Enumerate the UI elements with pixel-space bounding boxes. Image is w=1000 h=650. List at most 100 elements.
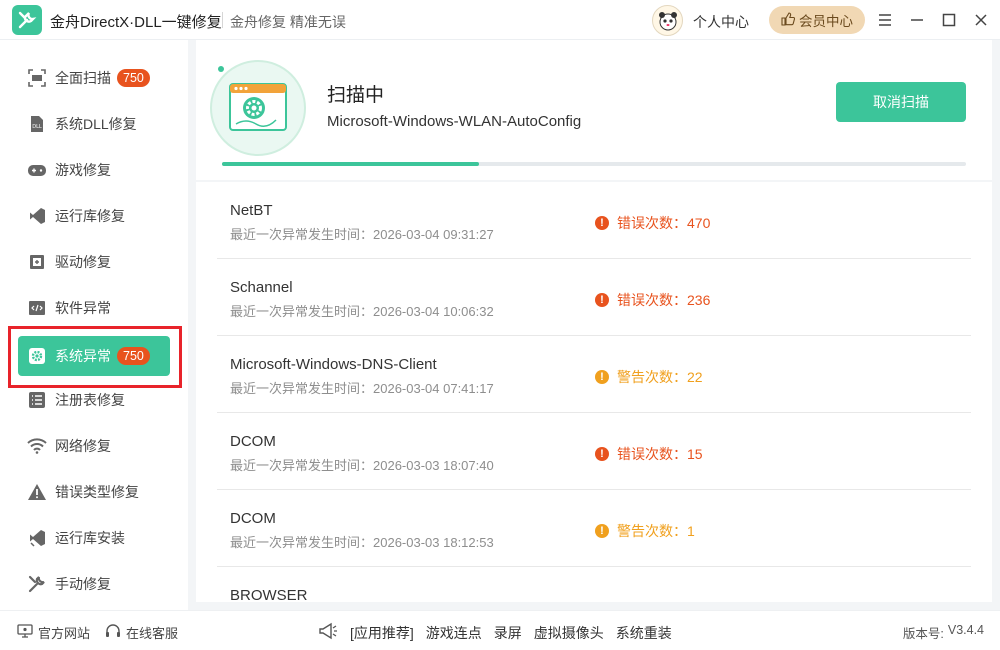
app-logo-icon: [12, 5, 42, 35]
sidebar-item-label: 注册表修复: [55, 392, 125, 408]
status-badge: ! 错误次数：15: [595, 444, 703, 464]
list-item[interactable]: Microsoft-Windows-DNS-Client 最近一次异常发生时间：…: [217, 336, 971, 413]
scan-header: 扫描中 Microsoft-Windows-WLAN-AutoConfig 取消…: [196, 40, 992, 180]
scan-progress-fill: [222, 162, 479, 166]
maximize-icon[interactable]: [938, 9, 960, 31]
list-item[interactable]: BROWSER: [217, 567, 971, 602]
sidebar-item-label: 系统DLL修复: [55, 116, 137, 132]
svg-text:DLL: DLL: [32, 124, 42, 130]
event-source: Schannel: [230, 279, 293, 296]
sidebar-item-software-error[interactable]: 软件异常: [18, 288, 170, 328]
status-badge: ! 错误次数：470: [595, 213, 710, 233]
sidebar-item-network-repair[interactable]: 网络修复: [18, 426, 170, 466]
sidebar-item-label: 错误类型修复: [55, 484, 139, 500]
app-slogan: 金舟修复 精准无误: [230, 14, 346, 30]
sidebar-item-full-scan[interactable]: 全面扫描 750: [18, 58, 170, 98]
runtime-icon: [27, 206, 47, 226]
sidebar-item-label: 软件异常: [55, 300, 111, 316]
sidebar-item-label: 全面扫描: [55, 70, 111, 86]
title-divider: [222, 12, 223, 28]
status-text: 错误次数：15: [617, 446, 703, 462]
sidebar-item-label: 游戏修复: [55, 162, 111, 178]
event-time: 最近一次异常发生时间：2026-03-04 07:41:17: [230, 381, 494, 396]
minimize-icon[interactable]: [906, 9, 928, 31]
status-text: 警告次数：1: [617, 523, 695, 539]
event-time: 最近一次异常发生时间：2026-03-03 18:12:53: [230, 535, 494, 550]
version-info: 版本号: V3.4.4: [903, 623, 984, 642]
recommend-label: [应用推荐]: [350, 624, 414, 641]
sidebar-item-game-repair[interactable]: 游戏修复: [18, 150, 170, 190]
cancel-scan-button[interactable]: 取消扫描: [836, 82, 966, 122]
main-panel: 扫描中 Microsoft-Windows-WLAN-AutoConfig 取消…: [188, 40, 1000, 610]
event-time: 最近一次异常发生时间：2026-03-04 09:31:27: [230, 227, 494, 242]
footer-link-auto-clicker[interactable]: 游戏连点: [426, 623, 482, 643]
sidebar-item-driver-repair[interactable]: 驱动修复: [18, 242, 170, 282]
window-controls: [874, 9, 992, 31]
error-icon: !: [595, 216, 609, 230]
official-site-link[interactable]: 官方网站: [17, 623, 90, 642]
sidebar-item-runtime-install[interactable]: 运行库安装: [18, 518, 170, 558]
list-icon: [27, 390, 47, 410]
close-icon[interactable]: [970, 9, 992, 31]
count-badge: 750: [117, 69, 150, 87]
scan-icon: [27, 68, 47, 88]
headset-icon: [105, 623, 121, 642]
menu-icon[interactable]: [874, 9, 896, 31]
scan-dot: [218, 66, 224, 72]
scan-progress-bar: [222, 162, 966, 166]
list-item[interactable]: DCOM 最近一次异常发生时间：2026-03-03 18:12:53 ! 警告…: [217, 490, 971, 567]
list-item[interactable]: DCOM 最近一次异常发生时间：2026-03-03 18:07:40 ! 错误…: [217, 413, 971, 490]
title-bar: 金舟DirectX·DLL一键修复 金舟修复 精准无误 个人中心 会员中心: [0, 0, 1000, 40]
version-number: V3.4.4: [947, 623, 984, 637]
personal-center-link[interactable]: 个人中心: [693, 12, 749, 32]
event-list[interactable]: NetBT 最近一次异常发生时间：2026-03-04 09:31:27 ! 错…: [196, 182, 992, 602]
vip-center-button[interactable]: 会员中心: [769, 6, 865, 34]
online-service-link[interactable]: 在线客服: [105, 623, 178, 642]
dll-icon: DLL: [27, 114, 47, 134]
event-source: Microsoft-Windows-DNS-Client: [230, 356, 437, 373]
sidebar-item-error-type-repair[interactable]: 错误类型修复: [18, 472, 170, 512]
install-icon: [27, 528, 47, 548]
app-title: 金舟DirectX·DLL一键修复: [50, 14, 222, 31]
event-time: 最近一次异常发生时间：2026-03-03 18:07:40: [230, 458, 494, 473]
warning-icon: [27, 482, 47, 502]
sidebar-item-label: 运行库修复: [55, 208, 125, 224]
warning-icon: !: [595, 370, 609, 384]
list-item[interactable]: NetBT 最近一次异常发生时间：2026-03-04 09:31:27 ! 错…: [217, 182, 971, 259]
sidebar-item-label: 手动修复: [55, 576, 111, 592]
gamepad-icon: [27, 160, 47, 180]
highlight-frame: [8, 326, 182, 388]
status-text: 错误次数：470: [617, 215, 711, 231]
footer-link-system-reinstall[interactable]: 系统重装: [616, 623, 672, 643]
scan-current-item: Microsoft-Windows-WLAN-AutoConfig: [327, 113, 582, 130]
driver-icon: [27, 252, 47, 272]
online-service-label: 在线客服: [126, 626, 179, 641]
vip-center-label: 会员中心: [799, 14, 853, 29]
scan-title: 扫描中: [327, 85, 385, 106]
event-time: 最近一次异常发生时间：2026-03-04 10:06:32: [230, 304, 494, 319]
sidebar-item-dll-repair[interactable]: DLL 系统DLL修复: [18, 104, 170, 144]
sidebar: 全面扫描 750 DLL 系统DLL修复 游戏修复 运行库修复 驱动修复 软件异…: [0, 40, 188, 610]
status-badge: ! 警告次数：22: [595, 367, 703, 387]
event-source: DCOM: [230, 433, 276, 450]
status-text: 错误次数：236: [617, 292, 711, 308]
status-text: 警告次数：22: [617, 369, 703, 385]
sidebar-item-runtime-repair[interactable]: 运行库修复: [18, 196, 170, 236]
sidebar-item-manual-repair[interactable]: 手动修复: [18, 564, 170, 604]
code-icon: [27, 298, 47, 318]
error-icon: !: [595, 293, 609, 307]
monitor-icon: [17, 624, 33, 641]
app-recommend-bar: [应用推荐] 游戏连点 录屏 虚拟摄像头 系统重装: [318, 622, 672, 643]
tools-icon: [27, 574, 47, 594]
event-source: DCOM: [230, 510, 276, 527]
list-item[interactable]: Schannel 最近一次异常发生时间：2026-03-04 10:06:32 …: [217, 259, 971, 336]
thumbs-up-icon: [781, 11, 796, 29]
footer-link-screen-record[interactable]: 录屏: [494, 623, 522, 643]
warning-icon: !: [595, 524, 609, 538]
event-source: NetBT: [230, 202, 273, 219]
event-source: BROWSER: [230, 587, 308, 602]
sidebar-item-label: 网络修复: [55, 438, 111, 454]
megaphone-icon: [318, 622, 338, 643]
avatar[interactable]: [652, 5, 683, 36]
footer-link-virtual-camera[interactable]: 虚拟摄像头: [534, 623, 604, 643]
